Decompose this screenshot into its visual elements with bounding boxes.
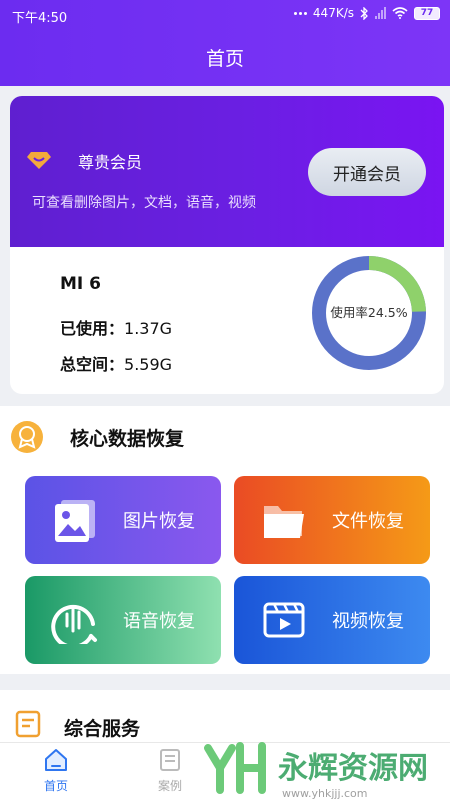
bluetooth-icon [360, 6, 368, 20]
nav-case-label: 案例 [157, 779, 182, 793]
app-header: 下午4:50 447K/s 77 首页 [0, 0, 450, 86]
member-card: 尊贵会员 可查看删除图片，文档，语音，视频 开通会员 MI 6 已使用：1.37… [10, 96, 444, 394]
photo-recovery-tile[interactable]: 图片恢复 [25, 476, 221, 564]
core-section-title: 核心数据恢复 [70, 428, 185, 450]
nav-home-label: 首页 [43, 779, 68, 793]
nav-case[interactable]: 案例 [140, 743, 200, 800]
video-icon [263, 602, 305, 638]
home-icon [45, 749, 67, 771]
signal-icon [375, 7, 386, 19]
storage-used: 已使用：1.37G [60, 315, 172, 339]
video-recovery-tile[interactable]: 视频恢复 [234, 576, 430, 664]
status-bar: 下午4:50 447K/s 77 [0, 0, 450, 30]
page-title: 首页 [205, 48, 244, 70]
open-vip-button[interactable]: 开通会员 [308, 148, 426, 196]
watermark: 永辉资源网 www.yhkjjj.com [204, 742, 428, 800]
image-icon [55, 500, 95, 542]
wifi-icon [392, 7, 408, 19]
storage-total-value: 5.59G [124, 355, 173, 374]
usage-ring: 使用率24.5% [312, 256, 426, 370]
usage-rate-label: 使用率24.5% [330, 305, 407, 320]
storage-used-label: 已使用： [60, 319, 125, 338]
storage-used-value: 1.37G [124, 319, 173, 338]
badge-icon [11, 421, 43, 453]
status-right: 447K/s 77 [293, 6, 440, 20]
battery-icon: 77 [414, 6, 440, 20]
core-recovery-section: 核心数据恢复 图片恢复 文件恢复 语音恢复 视频恢复 [0, 406, 450, 674]
video-recovery-label: 视频恢复 [332, 611, 404, 632]
storage-total: 总空间：5.59G [60, 351, 172, 375]
voice-icon [51, 604, 97, 644]
photo-recovery-label: 图片恢复 [123, 511, 195, 532]
storage-total-label: 总空间： [60, 355, 125, 374]
more-dots-icon [293, 11, 307, 15]
device-name: MI 6 [60, 274, 101, 294]
network-speed: 447K/s [312, 6, 354, 20]
case-icon [160, 749, 180, 771]
status-time: 下午4:50 [12, 11, 68, 26]
watermark-url: www.yhkjjj.com [282, 787, 368, 800]
folder-icon [264, 506, 304, 538]
file-recovery-label: 文件恢复 [332, 511, 404, 532]
voice-recovery-label: 语音恢复 [123, 611, 195, 632]
file-recovery-tile[interactable]: 文件恢复 [234, 476, 430, 564]
vip-title: 尊贵会员 [78, 153, 143, 172]
watermark-text: 永辉资源网 [278, 751, 428, 786]
voice-recovery-tile[interactable]: 语音恢复 [25, 576, 221, 664]
vip-banner: 尊贵会员 可查看删除图片，文档，语音，视频 开通会员 [10, 96, 444, 247]
service-section-title: 综合服务 [64, 718, 141, 740]
vip-description: 可查看删除图片，文档，语音，视频 [32, 195, 256, 211]
list-icon [15, 710, 41, 738]
nav-home[interactable]: 首页 [26, 743, 86, 800]
diamond-icon [27, 152, 51, 169]
